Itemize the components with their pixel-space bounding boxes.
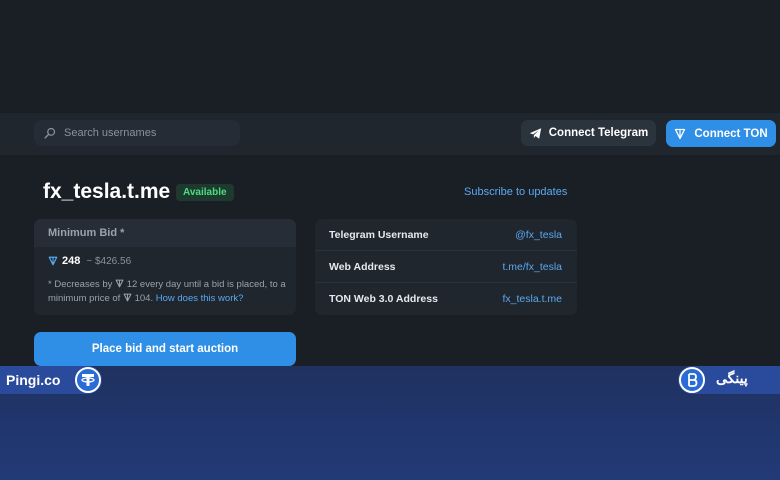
connect-telegram-label: Connect Telegram: [548, 127, 649, 139]
search-icon: [44, 127, 56, 139]
info-label: TON Web 3.0 Address: [329, 293, 438, 305]
place-bid-button[interactable]: Place bid and start auction: [34, 332, 296, 366]
username-info-card: Telegram Username @fx_tesla Web Address …: [315, 219, 577, 315]
ton-icon: [115, 279, 124, 288]
how-does-this-work-link[interactable]: How does this work?: [156, 293, 244, 304]
status-badge: Available: [176, 184, 234, 201]
info-value[interactable]: t.me/fx_tesla: [502, 261, 562, 273]
top-navigation-bar: Connect Telegram Connect TON: [0, 113, 780, 155]
note-prefix: * Decreases by: [48, 279, 113, 290]
bid-usd-value: ~ $426.56: [86, 255, 132, 267]
note-min: 104.: [134, 293, 154, 304]
bid-note: * Decreases by 12 every day until a bid …: [48, 278, 288, 306]
watermark-left-text: Pingi.co: [6, 372, 61, 388]
minimum-bid-card: Minimum Bid * 248 ~ $426.56 * Decreases …: [34, 219, 296, 315]
info-row-telegram-username: Telegram Username @fx_tesla: [315, 219, 577, 251]
connect-telegram-button[interactable]: Connect Telegram: [521, 120, 656, 146]
ton-icon: [48, 256, 58, 266]
search-input[interactable]: [64, 127, 224, 139]
info-label: Web Address: [329, 260, 396, 273]
watermark-right-text: پینگی: [716, 370, 748, 386]
info-row-ton-address: TON Web 3.0 Address fx_tesla.t.me: [315, 283, 577, 315]
bitcoin-coin-icon: [679, 367, 705, 393]
info-value[interactable]: @fx_tesla: [515, 229, 562, 241]
connect-ton-label: Connect TON: [694, 127, 768, 140]
tether-coin-icon: [75, 367, 101, 393]
telegram-icon: [529, 127, 541, 139]
bid-price: 248 ~ $426.56: [48, 255, 131, 267]
page-title: fx_tesla.t.me: [43, 180, 171, 203]
info-value[interactable]: fx_tesla.t.me: [502, 293, 562, 305]
ton-icon: [123, 293, 132, 302]
bid-value: 248: [62, 255, 81, 267]
subscribe-link[interactable]: Subscribe to updates: [464, 186, 567, 198]
info-row-web-address: Web Address t.me/fx_tesla: [315, 251, 577, 283]
search-box[interactable]: [34, 120, 240, 146]
ton-icon: [675, 128, 686, 139]
minimum-bid-heading: Minimum Bid *: [34, 219, 296, 247]
connect-ton-button[interactable]: Connect TON: [666, 120, 776, 147]
info-label: Telegram Username: [329, 228, 429, 241]
page-background-gradient: [0, 366, 780, 480]
